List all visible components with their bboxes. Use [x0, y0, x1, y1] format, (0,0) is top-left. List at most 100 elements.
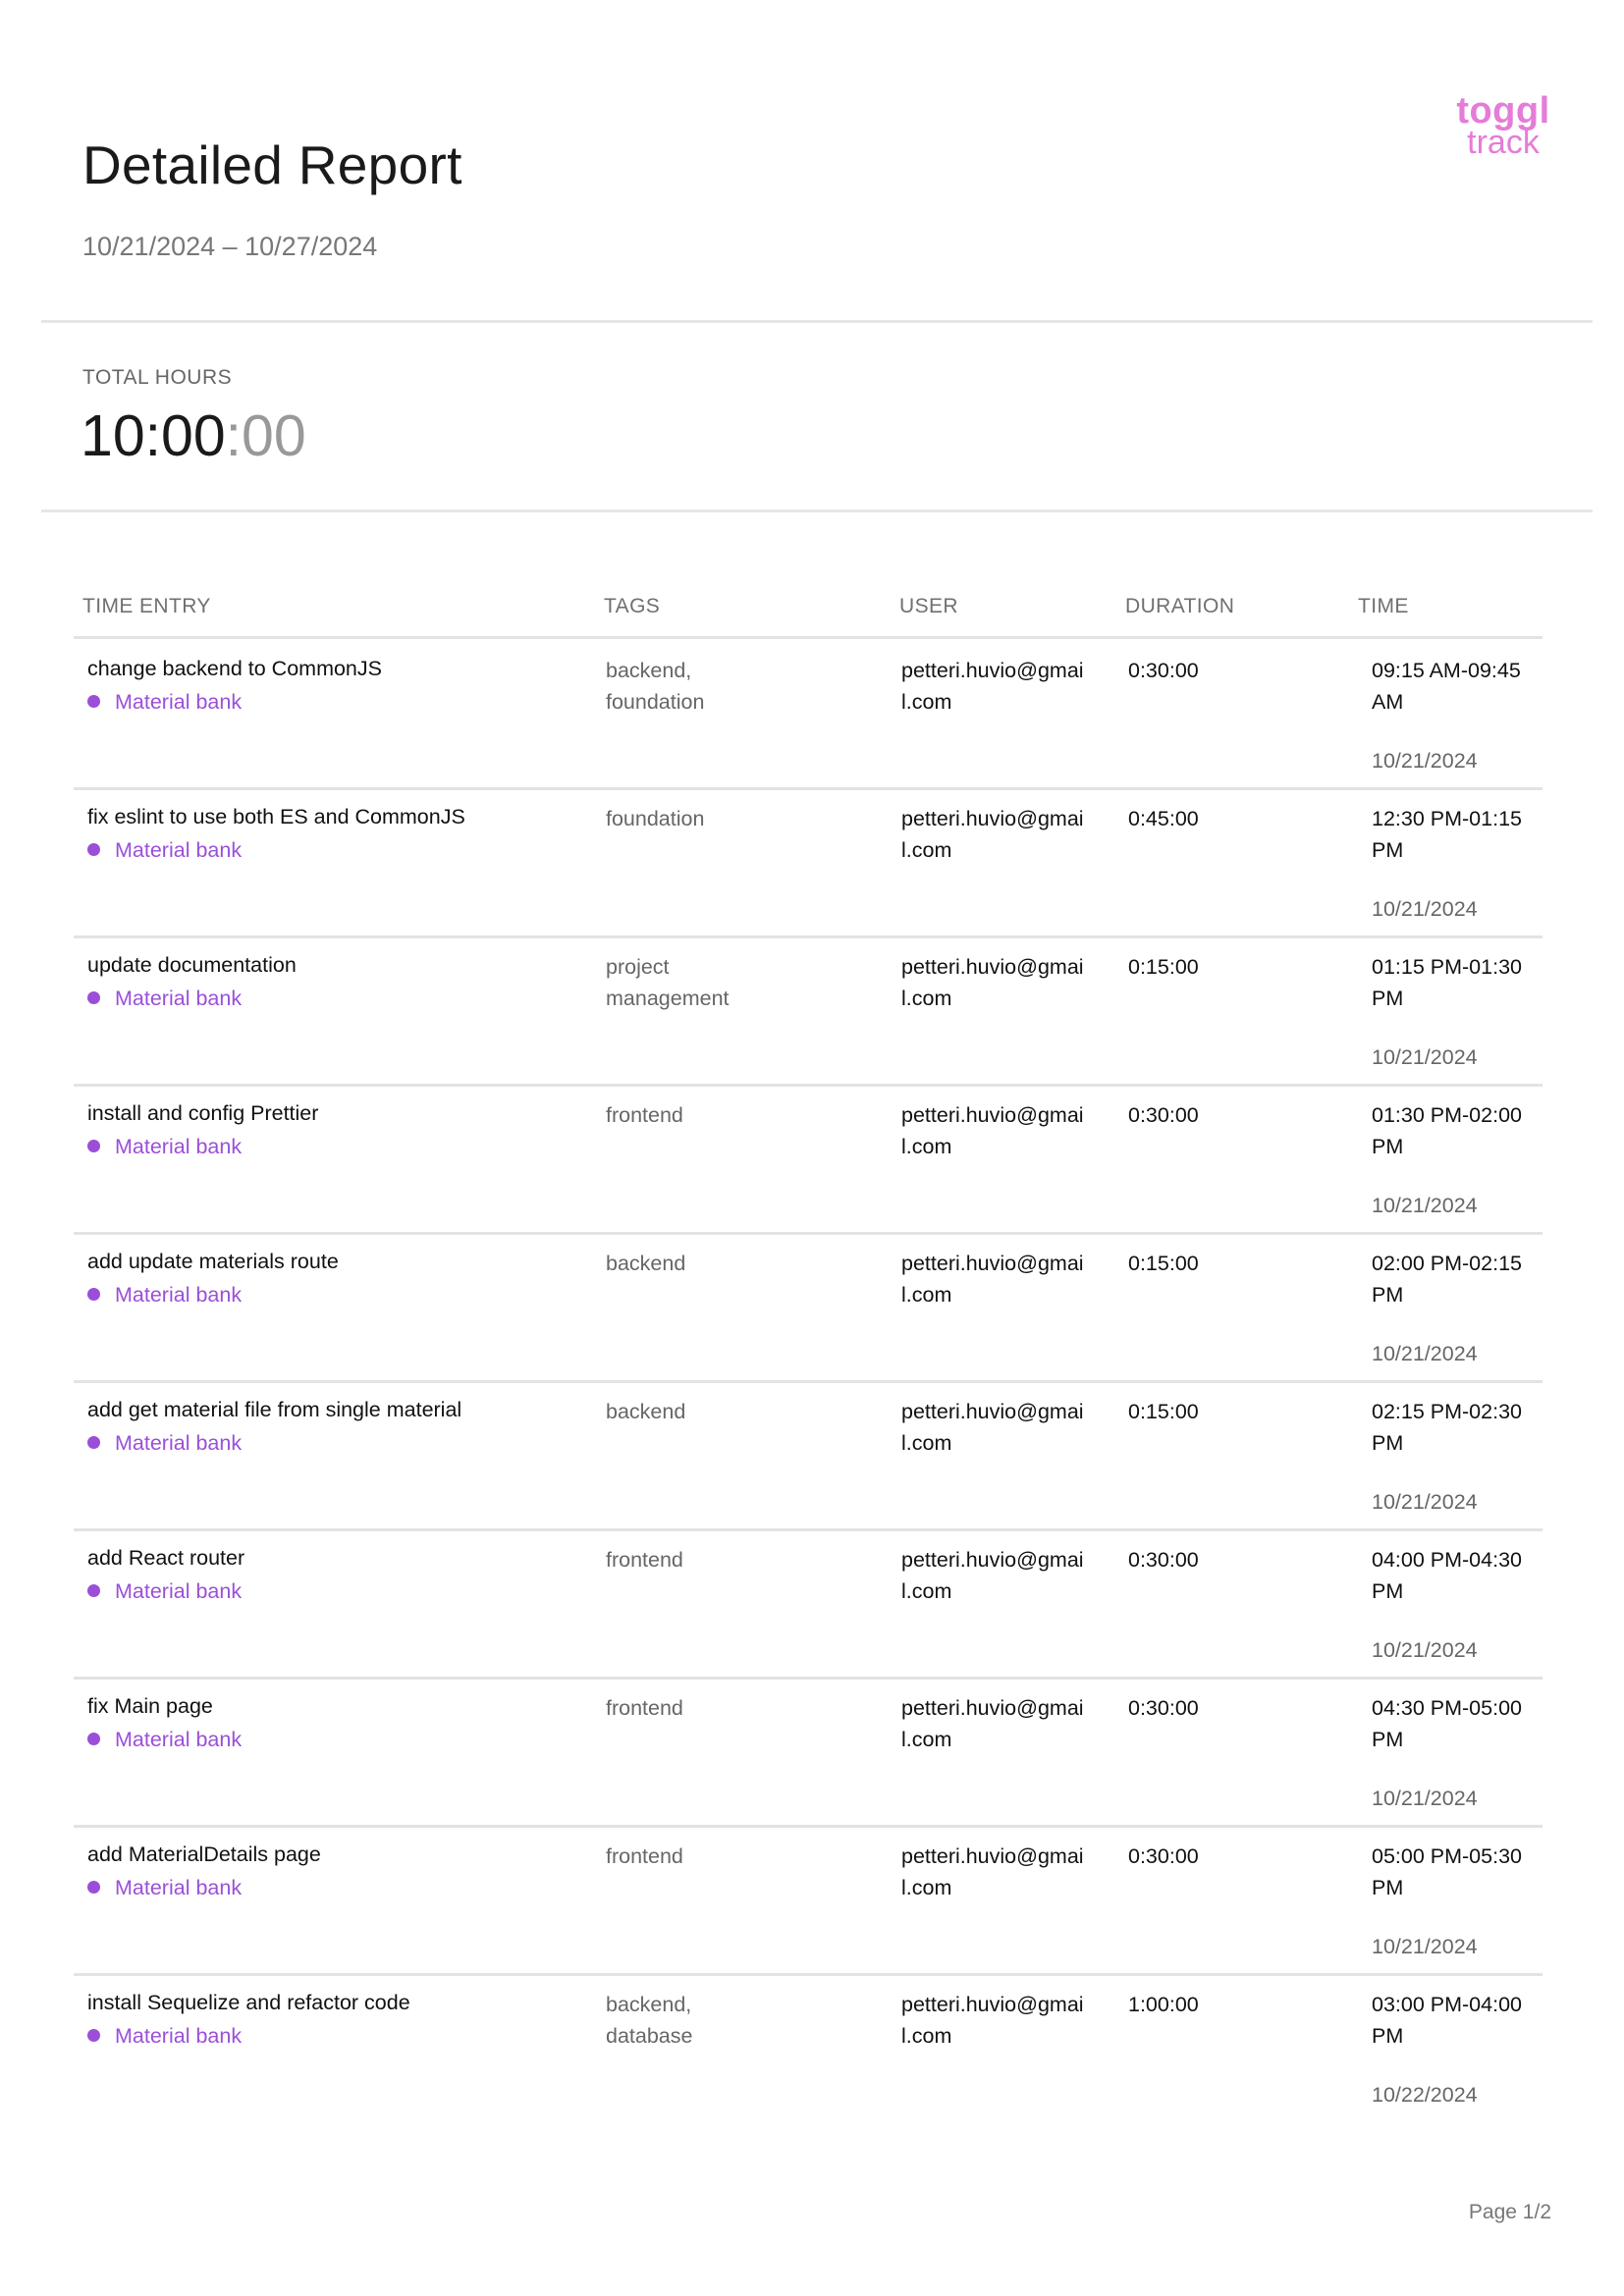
entry-date: 10/21/2024: [1372, 1638, 1478, 1662]
entry-duration: 0:30:00: [1128, 1548, 1199, 1572]
project-color-dot-icon: [87, 1584, 100, 1597]
entry-time-range: 02:00 PM-02:15 PM: [1372, 1252, 1522, 1307]
page-number: Page 1/2: [1468, 2201, 1551, 2223]
entry-project-name: Material bank: [115, 838, 243, 862]
entry-time-range: 12:30 PM-01:15 PM: [1372, 807, 1522, 862]
table-row: fix Main page Material bank frontend petter…: [74, 1677, 1543, 1828]
entry-description: add React router: [87, 1546, 245, 1570]
entry-project: Material bank: [87, 1724, 242, 1755]
summary-divider: [41, 509, 1593, 512]
project-color-dot-icon: [87, 843, 100, 856]
total-hours-seconds: :00: [225, 403, 306, 468]
table-row: fix eslint to use both ES and CommonJS Ma…: [74, 787, 1543, 938]
entry-time-range: 04:00 PM-04:30 PM: [1372, 1548, 1522, 1603]
toggl-track-logo: toggl track: [1449, 92, 1557, 159]
project-color-dot-icon: [87, 1733, 100, 1745]
entry-duration: 0:30:00: [1128, 1696, 1199, 1720]
entry-tags: backend: [606, 1400, 686, 1423]
project-color-dot-icon: [87, 991, 100, 1004]
entry-tags: foundation: [606, 807, 705, 830]
page-title: Detailed Report: [82, 134, 462, 195]
entry-tags: backend, foundation: [606, 659, 705, 714]
entry-user: petteri.huvio@gmail.com: [901, 955, 1084, 1010]
entry-tags: project management: [606, 955, 730, 1010]
entry-project: Material bank: [87, 686, 242, 718]
project-color-dot-icon: [87, 1436, 100, 1449]
column-header-duration: DURATION: [1125, 595, 1235, 617]
table-row: add get material file from single materi…: [74, 1380, 1543, 1531]
entry-user: petteri.huvio@gmail.com: [901, 1252, 1084, 1307]
entry-project-name: Material bank: [115, 1876, 243, 1899]
column-header-time: TIME: [1358, 595, 1409, 617]
table-row: add React router Material bank frontend pet…: [74, 1528, 1543, 1680]
entry-description: fix eslint to use both ES and CommonJS: [87, 805, 465, 828]
entry-time-range: 01:30 PM-02:00 PM: [1372, 1103, 1522, 1158]
entry-tags: frontend: [606, 1844, 683, 1868]
project-color-dot-icon: [87, 1140, 100, 1152]
entry-date: 10/21/2024: [1372, 1194, 1478, 1217]
entry-date: 10/21/2024: [1372, 1490, 1478, 1514]
project-color-dot-icon: [87, 1288, 100, 1301]
entry-project: Material bank: [87, 1872, 242, 1903]
total-hours-main: 10:00: [81, 403, 226, 468]
entry-user: petteri.huvio@gmail.com: [901, 1844, 1084, 1899]
entry-tags: backend: [606, 1252, 686, 1275]
entry-tags: frontend: [606, 1103, 683, 1127]
entry-project: Material bank: [87, 1279, 242, 1310]
entry-project: Material bank: [87, 1575, 242, 1607]
entry-project-name: Material bank: [115, 690, 243, 714]
entry-project: Material bank: [87, 2020, 242, 2052]
entry-tags: backend, database: [606, 1993, 693, 2048]
entry-description: change backend to CommonJS: [87, 657, 382, 680]
project-color-dot-icon: [87, 2029, 100, 2042]
entry-duration: 0:30:00: [1128, 659, 1199, 682]
entry-date: 10/21/2024: [1372, 897, 1478, 921]
entry-user: petteri.huvio@gmail.com: [901, 659, 1084, 714]
entry-description: add get material file from single materi…: [87, 1398, 462, 1421]
entry-user: petteri.huvio@gmail.com: [901, 807, 1084, 862]
entry-description: install Sequelize and refactor code: [87, 1991, 410, 2014]
entry-tags: frontend: [606, 1548, 683, 1572]
entry-project-name: Material bank: [115, 1431, 243, 1455]
entry-time-range: 02:15 PM-02:30 PM: [1372, 1400, 1522, 1455]
entry-time-range: 03:00 PM-04:00 PM: [1372, 1993, 1522, 2048]
table-row: install Sequelize and refactor code Mater…: [74, 1973, 1543, 2121]
table-row: install and config Prettier Material bank…: [74, 1084, 1543, 1235]
entry-duration: 0:15:00: [1128, 955, 1199, 979]
entry-date: 10/21/2024: [1372, 1342, 1478, 1365]
entry-project: Material bank: [87, 1131, 242, 1162]
column-header-tags: TAGS: [604, 595, 661, 617]
entry-user: petteri.huvio@gmail.com: [901, 1400, 1084, 1455]
entry-duration: 0:30:00: [1128, 1844, 1199, 1868]
project-color-dot-icon: [87, 1881, 100, 1894]
entry-duration: 0:30:00: [1128, 1103, 1199, 1127]
total-hours-label: TOTAL HOURS: [82, 366, 233, 389]
entry-description: add update materials route: [87, 1250, 339, 1273]
table-row: update documentation Material bank project…: [74, 935, 1543, 1087]
entry-description: install and config Prettier: [87, 1101, 319, 1125]
entry-project-name: Material bank: [115, 1135, 243, 1158]
report-date-range: 10/21/2024 – 10/27/2024: [82, 232, 378, 261]
entry-time-range: 01:15 PM-01:30 PM: [1372, 955, 1522, 1010]
entry-user: petteri.huvio@gmail.com: [901, 1993, 1084, 2048]
entry-time-range: 05:00 PM-05:30 PM: [1372, 1844, 1522, 1899]
entry-project: Material bank: [87, 1427, 242, 1459]
entry-user: petteri.huvio@gmail.com: [901, 1548, 1084, 1603]
entry-time-range: 04:30 PM-05:00 PM: [1372, 1696, 1522, 1751]
entry-time-range: 09:15 AM-09:45 AM: [1372, 659, 1521, 714]
entry-duration: 0:15:00: [1128, 1252, 1199, 1275]
entry-project-name: Material bank: [115, 1579, 243, 1603]
table-row: change backend to CommonJS Material bank b…: [74, 639, 1543, 790]
entry-project-name: Material bank: [115, 2024, 243, 2048]
entry-project-name: Material bank: [115, 1728, 243, 1751]
entry-project-name: Material bank: [115, 1283, 243, 1307]
entry-duration: 1:00:00: [1128, 1993, 1199, 2016]
entry-duration: 0:15:00: [1128, 1400, 1199, 1423]
entry-date: 10/21/2024: [1372, 749, 1478, 773]
entry-duration: 0:45:00: [1128, 807, 1199, 830]
table-row: add update materials route Material bank b…: [74, 1232, 1543, 1383]
project-color-dot-icon: [87, 695, 100, 708]
table-row: add MaterialDetails page Material bank fro…: [74, 1825, 1543, 1976]
column-header-time-entry: TIME ENTRY: [82, 595, 211, 617]
entry-project: Material bank: [87, 834, 242, 866]
